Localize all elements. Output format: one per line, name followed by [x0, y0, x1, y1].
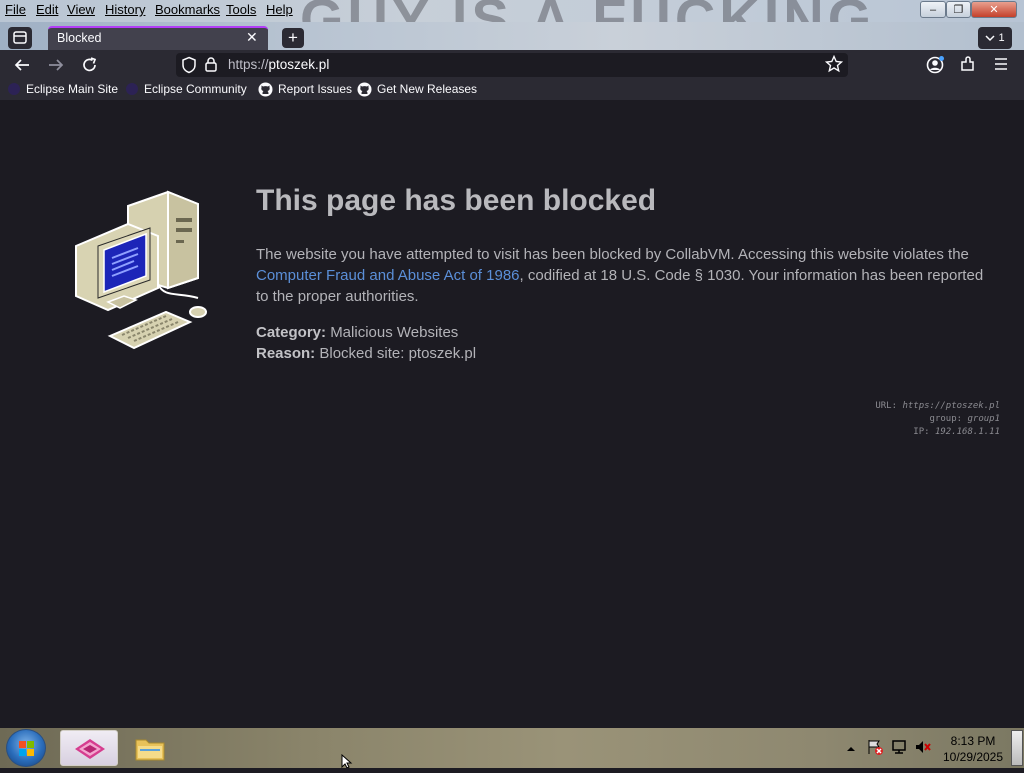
github-icon	[258, 82, 273, 96]
forward-button[interactable]	[45, 54, 67, 76]
menu-history[interactable]: History	[105, 2, 145, 17]
back-button[interactable]	[11, 54, 33, 76]
menu-edit[interactable]: Edit	[36, 2, 58, 17]
extensions-icon[interactable]	[959, 55, 977, 78]
system-clock[interactable]: 8:13 PM 10/29/2025	[940, 733, 1006, 765]
meta-group-row: group: group1	[929, 414, 1000, 424]
menu-file[interactable]: File	[5, 2, 26, 17]
browser-app-icon	[75, 739, 105, 759]
taskbar-explorer-button[interactable]	[130, 730, 170, 766]
reload-icon	[83, 57, 97, 72]
bookmark-eclipse-community[interactable]: Eclipse Community	[125, 80, 247, 98]
minimize-button[interactable]: –	[920, 1, 946, 18]
show-desktop-button[interactable]	[1011, 730, 1023, 766]
folder-icon	[135, 739, 165, 761]
lock-icon[interactable]	[204, 56, 218, 78]
start-button[interactable]	[6, 729, 46, 767]
menu-view[interactable]: View	[67, 2, 95, 17]
close-window-button[interactable]: ✕	[971, 1, 1017, 18]
app-menu-hamburger-icon[interactable]	[993, 56, 1009, 77]
tracking-protection-shield-icon[interactable]	[181, 56, 197, 79]
back-arrow-icon	[14, 59, 29, 71]
reload-button[interactable]	[79, 54, 101, 76]
meta-url-row: URL: https://ptoszek.pl	[875, 401, 1000, 411]
menu-bookmarks[interactable]: Bookmarks	[155, 2, 220, 17]
chevron-down-icon	[985, 35, 995, 42]
action-center-flag-icon[interactable]	[866, 738, 884, 759]
taskbar-browser-button[interactable]	[60, 730, 118, 766]
computer-illustration-icon	[68, 188, 213, 363]
bookmark-eclipse-main-site[interactable]: Eclipse Main Site	[7, 80, 118, 98]
list-all-tabs-button[interactable]: 1	[978, 27, 1012, 49]
tab-title: Blocked	[57, 31, 102, 45]
eclipse-icon	[126, 83, 138, 95]
restore-button[interactable]: ❐	[946, 1, 971, 18]
menu-tools[interactable]: Tools	[226, 2, 256, 17]
firefox-view-icon	[13, 31, 27, 44]
tab-close-icon[interactable]: ✕	[246, 29, 258, 46]
windows-logo-icon	[19, 741, 34, 756]
bookmark-get-new-releases[interactable]: Get New Releases	[357, 80, 477, 98]
reason-row: Reason: Blocked site: ptoszek.pl	[256, 345, 477, 362]
menu-help[interactable]: Help	[266, 2, 293, 17]
network-icon[interactable]	[890, 739, 908, 758]
bookmark-report-issues[interactable]: Report Issues	[258, 80, 352, 98]
eclipse-icon	[8, 83, 20, 95]
account-icon[interactable]	[925, 55, 945, 80]
new-tab-button[interactable]: +	[282, 28, 304, 48]
page-title: This page has been blocked	[256, 184, 657, 217]
request-metadata: URL: https://ptoszek.pl group: group1 IP…	[700, 400, 1000, 439]
clock-date: 10/29/2025	[942, 750, 1004, 764]
mouse-cursor-icon	[341, 753, 353, 773]
forward-arrow-icon	[49, 59, 64, 71]
category-row: Category: Malicious Websites	[256, 324, 459, 341]
show-hidden-icons-chevron-icon[interactable]	[846, 742, 856, 756]
tab-count: 1	[998, 32, 1005, 44]
bookmark-star-icon[interactable]	[824, 54, 844, 78]
clock-time: 8:13 PM	[950, 734, 996, 748]
firefox-view-button[interactable]	[8, 27, 32, 49]
cfaa-link[interactable]: Computer Fraud and Abuse Act of 1986	[256, 267, 520, 284]
meta-ip-row: IP: 192.168.1.11	[913, 427, 1000, 437]
github-icon	[357, 82, 372, 96]
block-explanation: The website you have attempted to visit …	[256, 246, 984, 305]
url-text[interactable]: https://ptoszek.pl	[228, 57, 329, 72]
volume-muted-icon[interactable]	[914, 739, 932, 758]
